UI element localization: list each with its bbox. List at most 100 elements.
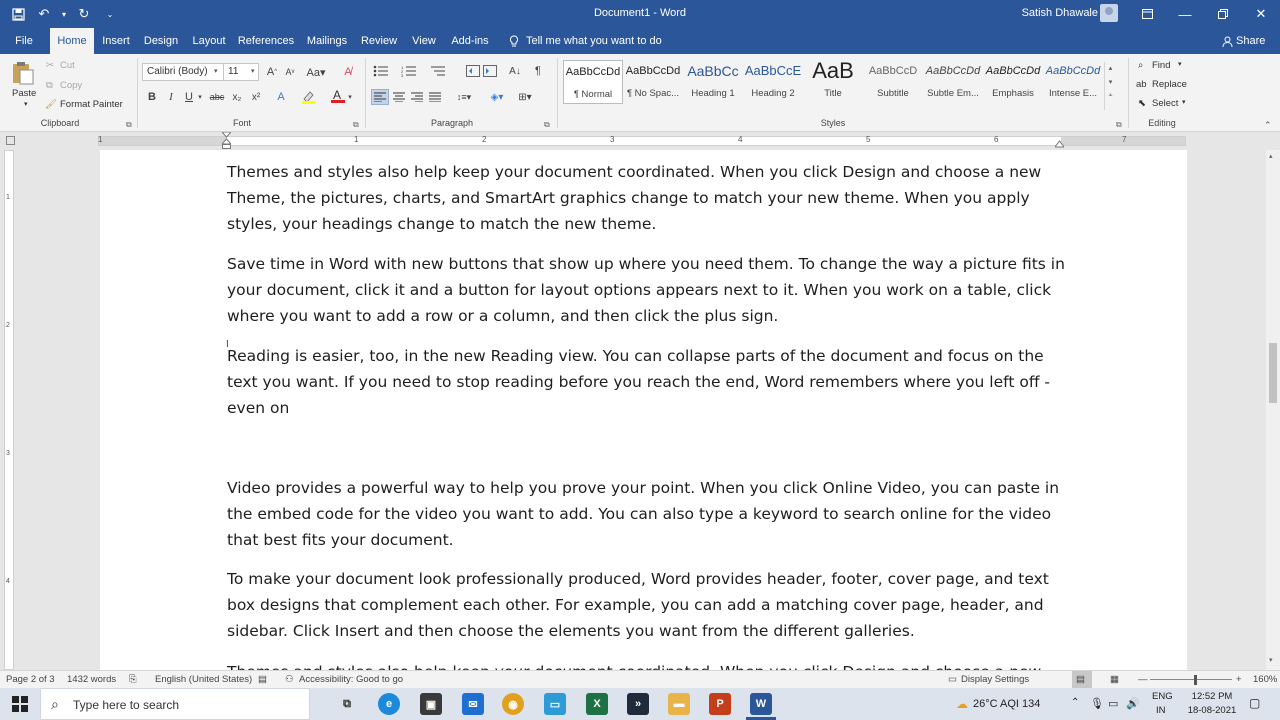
right-indent-marker-icon[interactable] (1054, 139, 1065, 148)
accessibility-icon[interactable]: ⚇ (285, 674, 294, 685)
format-painter-icon[interactable]: 🖌 (45, 99, 57, 110)
track-changes-icon[interactable]: ▤ (258, 674, 267, 685)
store-icon[interactable]: ▣ (420, 693, 442, 715)
style-3[interactable]: AaBbCc Heading 1 (683, 60, 743, 104)
show-formatting-marks-icon[interactable]: ¶ (531, 64, 545, 78)
tab-insert[interactable]: Insert (98, 28, 134, 54)
font-color-dropdown-icon[interactable]: ▾ (346, 90, 354, 104)
horizontal-ruler[interactable]: 1 1 2 3 4 5 6 7 (0, 131, 1280, 150)
style-4[interactable]: AaBbCcE Heading 2 (743, 60, 803, 104)
zoom-out-icon[interactable]: — (1138, 674, 1148, 685)
styles-down-icon[interactable]: ▾ (1105, 78, 1116, 86)
vertical-scrollbar[interactable]: ▴ ▾ (1266, 150, 1280, 670)
input-region[interactable]: IN (1156, 705, 1166, 716)
close-icon[interactable]: ✕ (1242, 0, 1280, 28)
paste-icon[interactable] (10, 60, 38, 86)
style-9[interactable]: AaBbCcDd Intense E... (1043, 60, 1103, 104)
find-dropdown-icon[interactable]: ▾ (1178, 60, 1182, 68)
task-view-icon[interactable]: ⧉ (336, 693, 358, 715)
font-family-dropdown-icon[interactable]: ▾ (214, 67, 218, 75)
increase-indent-icon[interactable] (482, 64, 498, 78)
document-page[interactable]: Themes and styles also help keep your do… (100, 150, 1187, 670)
select-dropdown-icon[interactable]: ▾ (1182, 98, 1186, 106)
display-settings-button[interactable]: Display Settings (961, 674, 1029, 685)
minimize-icon[interactable]: — (1166, 0, 1204, 28)
page-count[interactable]: Page 2 of 3 (6, 674, 55, 685)
paragraph[interactable]: To make your document look professionall… (227, 566, 1072, 644)
clear-formatting-icon[interactable]: A̸ (340, 65, 356, 79)
line-spacing-icon[interactable]: ↕≡▾ (453, 90, 475, 104)
taskbar-search[interactable]: ⌕ Type here to search (40, 688, 310, 720)
scroll-down-icon[interactable]: ▾ (1269, 656, 1273, 664)
select-button[interactable]: Select (1152, 98, 1178, 109)
style-6[interactable]: AaBbCcD Subtitle (863, 60, 923, 104)
windows-start-icon[interactable] (12, 696, 28, 715)
indent-marker-icon[interactable] (220, 131, 233, 150)
grow-font-icon[interactable]: A ^ (265, 65, 279, 79)
change-case-icon[interactable]: Aa▾ (306, 65, 326, 79)
cut-button[interactable]: Cut (60, 60, 75, 71)
mail-icon[interactable]: ✉ (462, 693, 484, 715)
borders-icon[interactable]: ⊞▾ (514, 90, 536, 104)
align-left-icon[interactable] (371, 89, 389, 105)
style-2[interactable]: AaBbCcDd ¶ No Spac... (623, 60, 683, 104)
display-settings-icon[interactable]: ▭ (948, 674, 957, 685)
numbering-icon[interactable]: 123 (400, 64, 418, 78)
format-painter-button[interactable]: Format Painter (60, 99, 123, 110)
text-effects-icon[interactable]: A (274, 90, 288, 104)
share-button[interactable]: Share (1236, 28, 1266, 54)
zoom-level[interactable]: 160% (1253, 674, 1277, 685)
decrease-indent-icon[interactable] (465, 64, 481, 78)
weather-text[interactable]: 26°C AQI 134 (973, 698, 1040, 710)
italic-icon[interactable]: I (165, 90, 177, 104)
style-8[interactable]: AaBbCcDd Emphasis (983, 60, 1043, 104)
style-7[interactable]: AaBbCcDd Subtle Em... (923, 60, 983, 104)
styles-scroll[interactable]: ▴ ▾ ⩡ (1104, 62, 1116, 110)
file-explorer-icon[interactable]: ▬ (668, 693, 690, 715)
proofing-icon[interactable]: ⎘ (129, 674, 137, 685)
align-center-icon[interactable] (392, 90, 406, 104)
superscript-icon[interactable]: x² (249, 90, 263, 104)
paste-label[interactable]: Paste (12, 88, 36, 99)
styles-more-icon[interactable]: ⩡ (1105, 92, 1116, 100)
copy-button[interactable]: Copy (60, 80, 82, 91)
zoom-in-icon[interactable]: + (1236, 674, 1242, 685)
subscript-icon[interactable]: x₂ (230, 90, 244, 104)
justify-icon[interactable] (428, 90, 442, 104)
language[interactable]: English (United States) (155, 674, 252, 685)
style-1[interactable]: AaBbCcDd ¶ Normal (563, 60, 623, 104)
paragraph[interactable]: Reading is easier, too, in the new Readi… (227, 343, 1072, 421)
word-icon[interactable]: W (750, 693, 772, 715)
zoom-slider[interactable] (1150, 679, 1232, 680)
replace-button[interactable]: Replace (1152, 79, 1187, 90)
paragraph-launcher-icon[interactable]: ⧉ (544, 120, 550, 130)
network-icon[interactable]: ▭ (1108, 697, 1118, 710)
tab-file[interactable]: File (6, 28, 42, 54)
chrome-icon[interactable]: ◉ (502, 693, 524, 715)
web-layout-icon[interactable]: ▦ (1110, 674, 1119, 685)
show-hidden-icons-icon[interactable]: ⌃ (1071, 697, 1079, 708)
avatar[interactable] (1100, 4, 1118, 22)
clock-date[interactable]: 18-08-2021 (1183, 705, 1241, 716)
paragraph[interactable]: Themes and styles also help keep your do… (227, 659, 1072, 670)
collapse-ribbon-icon[interactable]: ⌃ (1264, 120, 1272, 131)
font-size-dropdown-icon[interactable]: ▾ (251, 67, 255, 75)
cut-icon[interactable]: ✂ (46, 60, 54, 71)
restore-icon[interactable] (1204, 0, 1242, 28)
font-family-box[interactable]: Calibri (Body) (142, 63, 224, 81)
clipboard-launcher-icon[interactable]: ⧉ (126, 120, 132, 130)
tab-design[interactable]: Design (140, 28, 182, 54)
print-layout-icon[interactable]: ▤ (1076, 674, 1085, 685)
font-launcher-icon[interactable]: ⧉ (353, 120, 359, 130)
sort-icon[interactable]: A↓ (507, 64, 523, 78)
ribbon-display-options-icon[interactable] (1128, 0, 1166, 28)
clock-time[interactable]: 12:52 PM (1187, 691, 1237, 702)
scrollbar-thumb[interactable] (1269, 343, 1277, 403)
tab-mailings[interactable]: Mailings (302, 28, 352, 54)
underline-dropdown-icon[interactable]: ▾ (196, 90, 204, 104)
find-button[interactable]: Find (1152, 60, 1170, 71)
tab-references[interactable]: References (236, 28, 296, 54)
notifications-icon[interactable]: ▢ (1249, 696, 1260, 710)
shrink-font-icon[interactable]: Av (283, 65, 297, 79)
highlight-icon[interactable] (300, 90, 318, 104)
